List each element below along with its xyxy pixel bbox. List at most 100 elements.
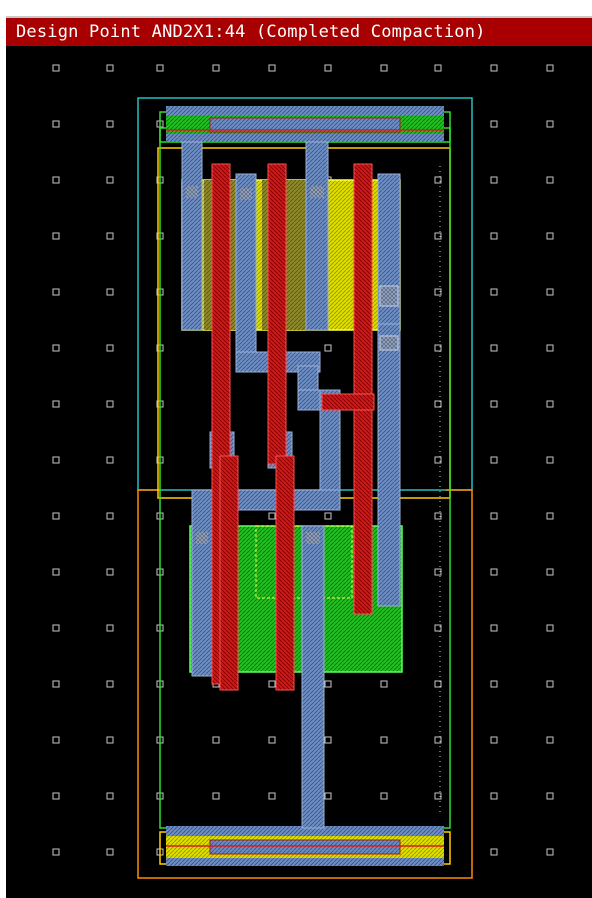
grid-dot bbox=[546, 736, 554, 744]
grid-dot bbox=[52, 456, 60, 464]
grid-dot bbox=[106, 400, 114, 408]
grid-dot bbox=[546, 64, 554, 72]
grid-dot bbox=[52, 680, 60, 688]
grid-dot bbox=[546, 848, 554, 856]
grid-dot bbox=[380, 680, 388, 688]
grid-dot bbox=[212, 64, 220, 72]
grid-dot bbox=[268, 792, 276, 800]
grid-dot bbox=[212, 792, 220, 800]
grid-dot bbox=[106, 680, 114, 688]
grid-dot bbox=[490, 512, 498, 520]
grid-dot bbox=[546, 680, 554, 688]
grid-dot bbox=[324, 344, 332, 352]
grid-dot bbox=[106, 848, 114, 856]
grid-dot bbox=[52, 344, 60, 352]
grid-dot bbox=[546, 288, 554, 296]
layout-canvas[interactable] bbox=[6, 46, 592, 898]
out-contact-lower bbox=[379, 335, 399, 351]
grid-dot bbox=[268, 64, 276, 72]
grid-dot bbox=[546, 624, 554, 632]
grid-dot bbox=[324, 680, 332, 688]
grid-dot bbox=[434, 736, 442, 744]
grid-dot bbox=[490, 624, 498, 632]
grid-dot bbox=[106, 120, 114, 128]
grid-dot bbox=[268, 680, 276, 688]
grid-dot bbox=[324, 64, 332, 72]
grid-dot bbox=[546, 232, 554, 240]
metal-internal-vert bbox=[235, 173, 257, 371]
grid-dot bbox=[490, 680, 498, 688]
grid-dot bbox=[546, 568, 554, 576]
grid-dot bbox=[156, 64, 164, 72]
grid-dot bbox=[52, 792, 60, 800]
grid-dot bbox=[324, 512, 332, 520]
poly-out-tab bbox=[321, 393, 375, 411]
metal-left-n-strap bbox=[191, 489, 213, 677]
grid-dot bbox=[212, 736, 220, 744]
grid-dot bbox=[324, 792, 332, 800]
out-contact-upper bbox=[379, 285, 399, 307]
grid-dot bbox=[546, 456, 554, 464]
poly-gate-out bbox=[353, 163, 373, 615]
grid-dot bbox=[106, 512, 114, 520]
grid-dot bbox=[490, 232, 498, 240]
poly-gate-b bbox=[267, 163, 287, 465]
grid-dot bbox=[106, 792, 114, 800]
grid-dot bbox=[490, 848, 498, 856]
grid-dot bbox=[490, 792, 498, 800]
grid-dot bbox=[490, 64, 498, 72]
poly-gate-a-lower bbox=[219, 455, 239, 691]
window-title: Design Point AND2X1:44 (Completed Compac… bbox=[16, 22, 486, 42]
metal-out-column bbox=[377, 323, 401, 607]
grid-dot bbox=[434, 344, 442, 352]
grid-dot bbox=[546, 512, 554, 520]
title-bar: Design Point AND2X1:44 (Completed Compac… bbox=[6, 16, 592, 46]
gnd-rail-contact-strip bbox=[209, 839, 401, 855]
grid-dot bbox=[106, 344, 114, 352]
grid-dot bbox=[490, 736, 498, 744]
grid-dot bbox=[324, 736, 332, 744]
grid-dot bbox=[268, 512, 276, 520]
grid-dot bbox=[434, 176, 442, 184]
metal-strap-left-p bbox=[181, 141, 203, 331]
grid-dot bbox=[268, 736, 276, 744]
grid-dot bbox=[106, 64, 114, 72]
grid-dot bbox=[106, 288, 114, 296]
contact-p2 bbox=[310, 186, 324, 198]
grid-dot bbox=[106, 624, 114, 632]
grid-dot bbox=[106, 568, 114, 576]
layout-view[interactable] bbox=[6, 46, 592, 898]
grid-dot bbox=[52, 568, 60, 576]
grid-dot bbox=[52, 848, 60, 856]
grid-dot bbox=[52, 288, 60, 296]
grid-dot bbox=[52, 624, 60, 632]
grid-dot bbox=[434, 456, 442, 464]
grid-dot bbox=[546, 176, 554, 184]
grid-dot bbox=[490, 176, 498, 184]
grid-dot bbox=[434, 64, 442, 72]
grid-dot bbox=[546, 344, 554, 352]
grid-dot bbox=[106, 736, 114, 744]
grid-dot bbox=[490, 568, 498, 576]
contact-n2 bbox=[306, 532, 320, 544]
grid-dot bbox=[52, 736, 60, 744]
grid-dot bbox=[106, 456, 114, 464]
grid-dot bbox=[380, 736, 388, 744]
poly-gate-b-lower bbox=[275, 455, 295, 691]
grid-dot bbox=[106, 232, 114, 240]
grid-dot bbox=[546, 120, 554, 128]
grid-dot bbox=[490, 344, 498, 352]
grid-dot bbox=[52, 120, 60, 128]
grid-dot bbox=[546, 792, 554, 800]
grid-dot bbox=[106, 176, 114, 184]
metal-gnd-drop bbox=[301, 525, 325, 829]
contact-n1 bbox=[196, 532, 208, 544]
grid-dot bbox=[490, 456, 498, 464]
grid-dot bbox=[490, 120, 498, 128]
grid-dot bbox=[52, 176, 60, 184]
grid-dot bbox=[546, 400, 554, 408]
contact-p1 bbox=[186, 186, 198, 198]
grid-dot bbox=[52, 64, 60, 72]
metal-strap-mid-p bbox=[305, 141, 329, 331]
grid-dot bbox=[490, 400, 498, 408]
